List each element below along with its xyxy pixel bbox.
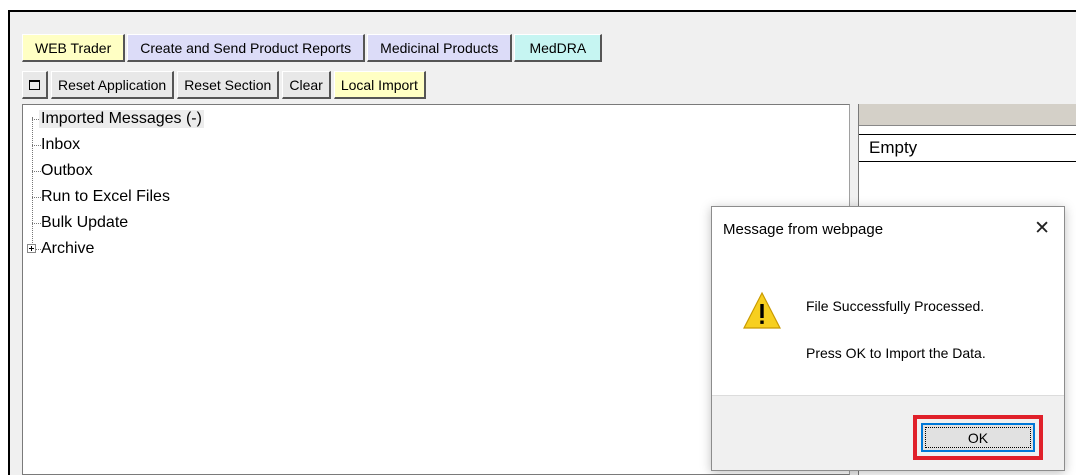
reset-application-button[interactable]: Reset Application — [51, 71, 175, 99]
tab-create-send-product-reports[interactable]: Create and Send Product Reports — [127, 34, 366, 62]
tree-item-label: Run to Excel Files — [41, 188, 170, 205]
close-icon[interactable]: ✕ — [1034, 217, 1050, 240]
ok-button-highlight: OK — [913, 415, 1043, 460]
tree-connector — [32, 171, 41, 172]
window-square-icon — [29, 79, 40, 90]
tab-web-trader[interactable]: WEB Trader — [22, 34, 126, 62]
tree-item-label: Archive — [41, 240, 95, 257]
expand-plus-icon[interactable] — [27, 244, 36, 253]
dialog-message-line1: File Successfully Processed. — [806, 298, 985, 314]
dialog-message-line2: Press OK to Import the Data. — [806, 345, 986, 361]
tree-connector — [32, 223, 41, 224]
main-tabs: WEB Trader Create and Send Product Repor… — [22, 34, 604, 62]
detail-panel-header — [859, 104, 1076, 126]
warning-icon — [743, 291, 781, 329]
tab-meddra[interactable]: MedDRA — [514, 34, 603, 62]
reset-section-button[interactable]: Reset Section — [177, 71, 280, 99]
local-import-button[interactable]: Local Import — [333, 71, 426, 99]
detail-panel-title: Empty — [859, 134, 1076, 162]
dialog-title: Message from webpage — [723, 221, 884, 238]
tree-item-label: Imported Messages (-) — [39, 110, 204, 128]
dialog-footer: OK — [712, 395, 1064, 470]
message-dialog: Message from webpage ✕ File Successfully… — [711, 206, 1065, 471]
clear-button[interactable]: Clear — [282, 71, 331, 99]
tree-connector — [32, 145, 41, 146]
tree-item-label: Inbox — [41, 136, 81, 153]
toggle-window-button[interactable] — [22, 71, 48, 99]
ok-button[interactable]: OK — [921, 423, 1035, 452]
tree-item-label: Outbox — [41, 162, 93, 179]
toolbar: Reset Application Reset Section Clear Lo… — [22, 71, 429, 99]
tree-connector-line — [32, 117, 33, 247]
tab-medicinal-products[interactable]: Medicinal Products — [367, 34, 513, 62]
tree-item-label: Bulk Update — [41, 214, 129, 231]
tree-connector — [32, 197, 41, 198]
